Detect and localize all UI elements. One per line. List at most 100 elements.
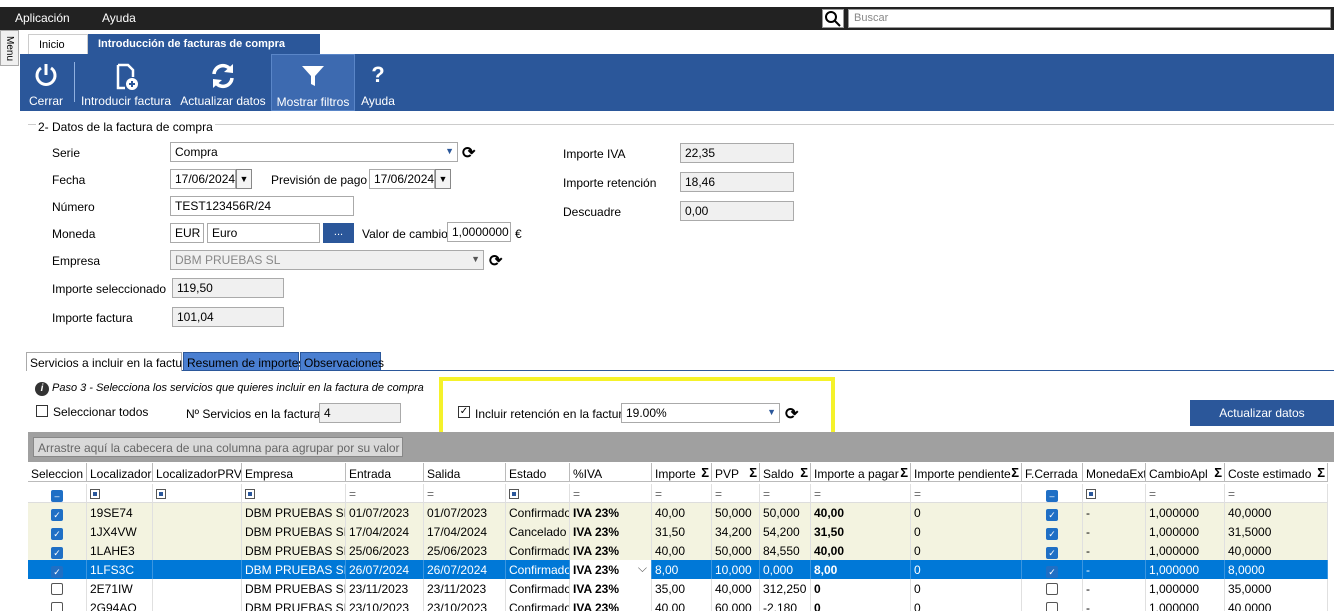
- refresh-empresa-icon[interactable]: ⟳: [489, 251, 502, 271]
- checked-checkbox-icon[interactable]: ✓: [51, 566, 63, 578]
- column-header[interactable]: MonedaExt: [1083, 463, 1146, 482]
- sum-icon[interactable]: Σ: [1317, 465, 1325, 480]
- checked-checkbox-icon[interactable]: ✓: [51, 528, 63, 540]
- checked-checkbox-icon[interactable]: ✓: [1046, 547, 1058, 559]
- column-filter[interactable]: =: [652, 484, 712, 503]
- tab-servicios[interactable]: Servicios a incluir en la factura: [26, 352, 193, 371]
- sum-icon[interactable]: Σ: [1011, 465, 1019, 480]
- table-row[interactable]: 2G94AQ DBM PRUEBAS SL 23/10/2023 23/10/2023…: [28, 598, 1328, 611]
- column-filter[interactable]: [506, 484, 570, 503]
- column-filter[interactable]: –: [28, 484, 87, 503]
- column-header[interactable]: F.Cerrada: [1022, 463, 1083, 482]
- grid-filter-row[interactable]: – = = = = = = = = – = =: [28, 484, 1328, 503]
- table-cell[interactable]: ✓: [1022, 522, 1083, 541]
- tab-inicio[interactable]: Inicio: [28, 34, 88, 54]
- search-icon[interactable]: [822, 9, 844, 28]
- table-cell[interactable]: ✓: [28, 522, 87, 541]
- column-header[interactable]: Localizador: [87, 463, 153, 482]
- sum-icon[interactable]: Σ: [1214, 465, 1222, 480]
- column-filter[interactable]: =: [911, 484, 1022, 503]
- column-filter[interactable]: =: [346, 484, 424, 503]
- column-header[interactable]: Seleccion: [28, 463, 87, 482]
- chevron-down-icon[interactable]: ⌵: [638, 561, 647, 576]
- sum-icon[interactable]: Σ: [900, 465, 908, 480]
- table-row[interactable]: ✓ 1LAHE3 DBM PRUEBAS SL 25/06/2023 25/06/202…: [28, 541, 1328, 560]
- group-hint[interactable]: Arrastre aquí la cabecera de una columna…: [33, 437, 403, 457]
- unchecked-checkbox-icon[interactable]: [51, 602, 63, 611]
- refresh-retention-icon[interactable]: ⟳: [785, 404, 798, 424]
- serie-select[interactable]: Compra ▼: [170, 142, 458, 162]
- column-filter[interactable]: [1083, 484, 1146, 503]
- column-header[interactable]: Importe a pagar Σ: [811, 463, 911, 482]
- table-cell[interactable]: ✓: [1022, 560, 1083, 579]
- column-header[interactable]: Entrada: [346, 463, 424, 482]
- column-header[interactable]: Importe pendiente Σ: [911, 463, 1022, 482]
- column-header[interactable]: LocalizadorPRV: [153, 463, 242, 482]
- column-header[interactable]: Estado: [506, 463, 570, 482]
- filter-checkbox-icon[interactable]: –: [1046, 490, 1058, 502]
- checked-checkbox-icon[interactable]: ✓: [51, 547, 63, 559]
- grid-header-row[interactable]: Seleccion Localizador LocalizadorPRV Empres…: [28, 463, 1328, 482]
- numero-field[interactable]: TEST123456R/24: [170, 196, 354, 216]
- sum-icon[interactable]: Σ: [701, 465, 709, 480]
- table-cell[interactable]: ✓: [28, 503, 87, 522]
- table-cell[interactable]: [1022, 579, 1083, 598]
- tab-observaciones[interactable]: Observaciones: [300, 352, 384, 371]
- empresa-select[interactable]: DBM PRUEBAS SL ▼: [170, 250, 484, 270]
- checked-checkbox-icon[interactable]: ✓: [1046, 566, 1058, 578]
- filter-operator-icon[interactable]: [1086, 489, 1096, 499]
- table-cell[interactable]: ✓: [1022, 503, 1083, 522]
- moneda-name-field[interactable]: Euro: [207, 223, 320, 243]
- tab-resumen-importes[interactable]: Resumen de importes: [183, 352, 304, 371]
- table-cell[interactable]: ✓: [28, 541, 87, 560]
- table-cell[interactable]: [28, 598, 87, 611]
- column-filter[interactable]: =: [760, 484, 811, 503]
- menu-ayuda[interactable]: Ayuda: [102, 11, 136, 25]
- filter-operator-icon[interactable]: [509, 489, 519, 499]
- column-header[interactable]: CambioApl Σ: [1146, 463, 1225, 482]
- table-row[interactable]: ✓ 19SE74 DBM PRUEBAS SL 01/07/2023 01/07/202…: [28, 503, 1328, 522]
- table-row[interactable]: ✓ 1JX4VW DBM PRUEBAS SL 17/04/2024 17/04/202…: [28, 522, 1328, 541]
- table-cell[interactable]: [28, 579, 87, 598]
- unchecked-checkbox-icon[interactable]: [1046, 602, 1058, 611]
- filter-operator-icon[interactable]: [90, 489, 100, 499]
- help-button[interactable]: ? Ayuda: [358, 54, 398, 111]
- menu-aplicacion[interactable]: Aplicación: [15, 11, 70, 25]
- column-filter[interactable]: =: [1225, 484, 1328, 503]
- fecha-dropdown-button[interactable]: ▼: [236, 169, 252, 189]
- search-input[interactable]: Buscar: [848, 9, 1331, 28]
- column-header[interactable]: %IVA: [570, 463, 652, 482]
- column-filter[interactable]: =: [1146, 484, 1225, 503]
- moneda-code-field[interactable]: EUR: [170, 223, 204, 243]
- table-cell[interactable]: [1022, 598, 1083, 611]
- checked-checkbox-icon[interactable]: ✓: [51, 509, 63, 521]
- prevision-field[interactable]: 17/06/2024: [369, 169, 435, 189]
- retention-rate-select[interactable]: 19.00% ▼: [621, 403, 780, 423]
- column-filter[interactable]: [153, 484, 242, 503]
- filter-operator-icon[interactable]: [245, 489, 255, 499]
- select-all-checkbox[interactable]: [36, 405, 48, 417]
- checked-checkbox-icon[interactable]: ✓: [1046, 509, 1058, 521]
- refresh-serie-icon[interactable]: ⟳: [462, 143, 475, 163]
- include-retention-checkbox[interactable]: ✓: [458, 406, 470, 418]
- unchecked-checkbox-icon[interactable]: [1046, 583, 1058, 595]
- close-button[interactable]: Cerrar: [24, 54, 68, 111]
- column-header[interactable]: Empresa: [242, 463, 346, 482]
- column-header[interactable]: Salida: [424, 463, 506, 482]
- column-filter[interactable]: [242, 484, 346, 503]
- moneda-browse-button[interactable]: ...: [323, 223, 354, 243]
- sum-icon[interactable]: Σ: [800, 465, 808, 480]
- column-filter[interactable]: [87, 484, 153, 503]
- new-invoice-button[interactable]: Introducir factura: [78, 54, 174, 111]
- checked-checkbox-icon[interactable]: ✓: [1046, 528, 1058, 540]
- cambio-field[interactable]: 1,0000000: [447, 222, 511, 242]
- table-row[interactable]: 2E71IW DBM PRUEBAS SL 23/11/2023 23/11/2023…: [28, 579, 1328, 598]
- column-filter[interactable]: –: [1022, 484, 1083, 503]
- column-header[interactable]: PVP Σ: [712, 463, 760, 482]
- column-filter[interactable]: =: [570, 484, 652, 503]
- fecha-field[interactable]: 17/06/2024: [170, 169, 236, 189]
- filter-operator-icon[interactable]: [156, 489, 166, 499]
- column-filter[interactable]: =: [424, 484, 506, 503]
- side-menu-tab[interactable]: Menu: [0, 30, 19, 66]
- filter-checkbox-icon[interactable]: –: [51, 490, 63, 502]
